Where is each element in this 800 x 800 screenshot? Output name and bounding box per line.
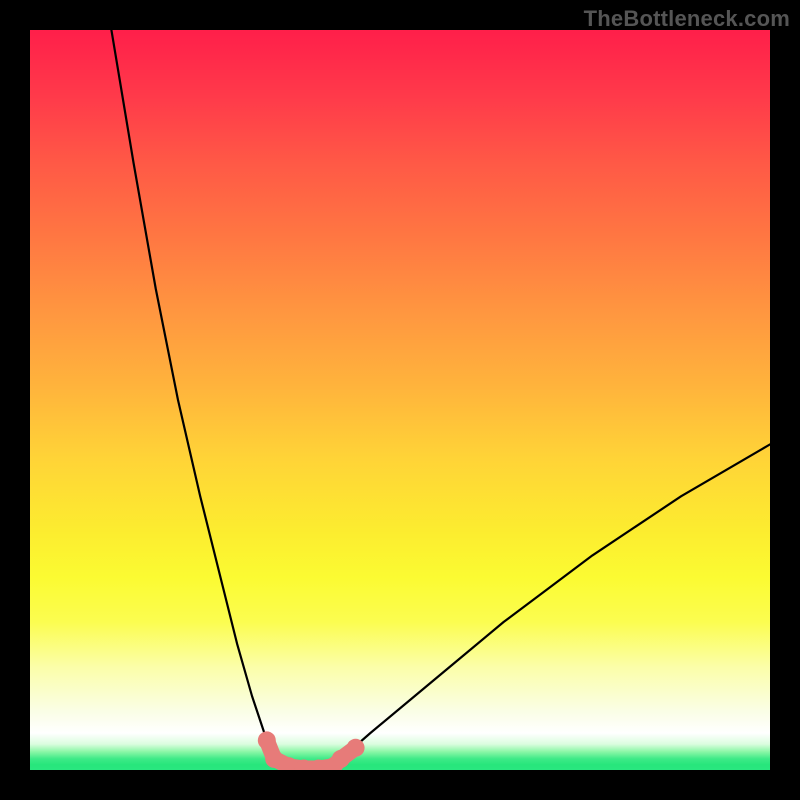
bottleneck-curve	[111, 30, 770, 769]
curve-layer	[30, 30, 770, 770]
plateau-marker-dots	[258, 731, 365, 770]
plot-area	[30, 30, 770, 770]
watermark-text: TheBottleneck.com	[584, 6, 790, 32]
marker-dot	[332, 750, 350, 768]
marker-dot	[347, 739, 365, 757]
marker-dot	[258, 731, 276, 749]
chart-frame: TheBottleneck.com	[0, 0, 800, 800]
